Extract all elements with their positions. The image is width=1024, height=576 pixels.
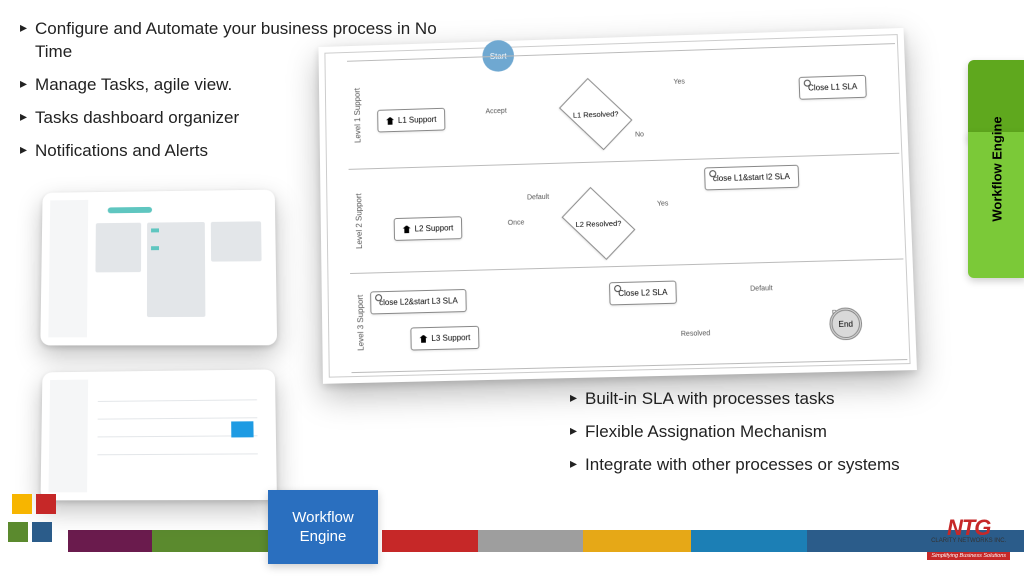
- workflow-task-close-l2: Close L2 SLA: [609, 281, 677, 306]
- gear-icon: [709, 170, 716, 177]
- bullet-text: Built-in SLA with processes tasks: [585, 388, 834, 411]
- bullet-item: Flexible Assignation Mechanism: [570, 421, 970, 444]
- workflow-diagram: Start Level 1 Support L1 Support L1 Reso…: [318, 28, 916, 384]
- edge-label: Default: [527, 194, 549, 202]
- bullet-text: Notifications and Alerts: [35, 140, 208, 163]
- edge-label: Accept: [485, 108, 506, 116]
- lane-label: Level 2 Support: [354, 193, 364, 249]
- decorative-color-bar: [68, 530, 1024, 552]
- screenshot-thumbnail-tasks: [40, 190, 277, 346]
- edge-label: Yes: [657, 200, 669, 207]
- user-icon: [403, 225, 411, 233]
- workflow-task-close-l2-start-l3: close L2&start L3 SLA: [370, 289, 467, 314]
- screenshot-thumbnail-calendar: [40, 369, 276, 500]
- edge-label: Once: [508, 219, 525, 226]
- edge-label: Resolved: [681, 330, 711, 338]
- lane-label: Level 3 Support: [356, 295, 366, 351]
- bullet-text: Tasks dashboard organizer: [35, 107, 239, 130]
- workflow-gateway-l1-resolved: L1 Resolved?: [559, 78, 632, 150]
- bullet-text: Integrate with other processes or system…: [585, 454, 900, 477]
- workflow-task-close-l1: Close L1 SLA: [799, 75, 867, 100]
- workflow-task-l1-support: L1 Support: [377, 108, 445, 133]
- workflow-gateway-l2-resolved: L2 Resolved?: [562, 187, 636, 260]
- edge-label: Default: [750, 285, 773, 293]
- workflow-task-l2-support: L2 Support: [394, 216, 463, 241]
- workflow-task-close-l1-start-l2: close L1&start l2 SLA: [704, 165, 800, 191]
- logo-tagline: Simplifying Business Solutions: [927, 552, 1010, 560]
- feature-list-bottom: Built-in SLA with processes tasks Flexib…: [570, 388, 970, 487]
- bullet-item: Integrate with other processes or system…: [570, 454, 970, 477]
- side-tab-label: Workflow Engine: [990, 116, 1005, 221]
- lane-label: Level 1 Support: [353, 87, 363, 142]
- bullet-text: Flexible Assignation Mechanism: [585, 421, 827, 444]
- ntg-logo: NTG CLARITY NETWORKS INC. Simplifying Bu…: [927, 515, 1010, 562]
- edge-label: Yes: [673, 79, 685, 86]
- title-card-workflow-engine: Workflow Engine: [268, 490, 378, 564]
- logo-subtitle: CLARITY NETWORKS INC.: [927, 538, 1010, 544]
- bullet-item: Built-in SLA with processes tasks: [570, 388, 970, 411]
- side-tab-workflow-engine: Workflow Engine: [968, 60, 1024, 278]
- user-icon: [419, 335, 427, 343]
- edge-label: No: [635, 131, 644, 138]
- title-card-text: Workflow Engine: [268, 508, 378, 547]
- workflow-task-l3-support: L3 Support: [410, 326, 479, 351]
- bullet-text: Manage Tasks, agile view.: [35, 74, 232, 97]
- square-logo-icon: [8, 494, 56, 542]
- user-icon: [386, 117, 394, 125]
